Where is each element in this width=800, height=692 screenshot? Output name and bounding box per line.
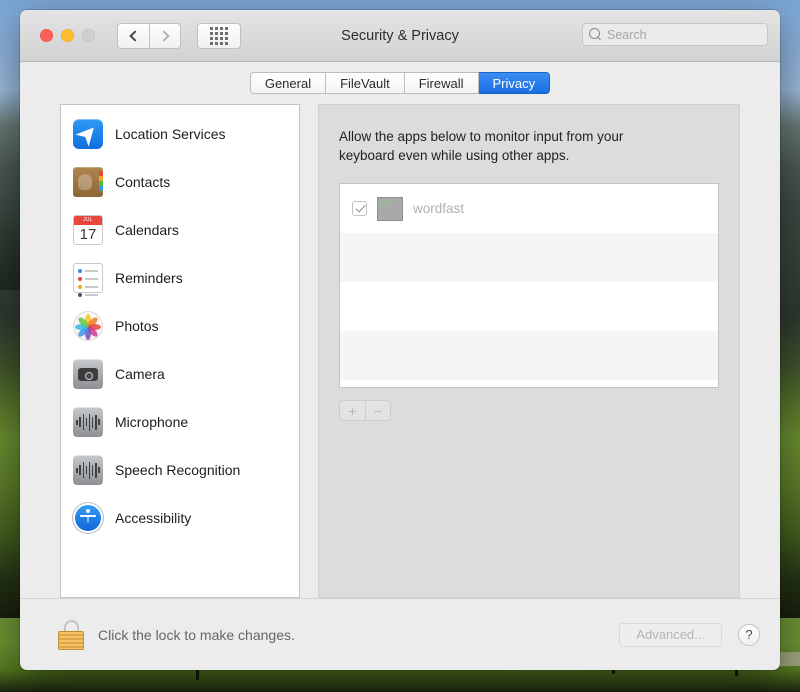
- close-button-icon[interactable]: [40, 29, 53, 42]
- search-input[interactable]: [607, 27, 761, 42]
- zoom-button-icon: [82, 29, 95, 42]
- privacy-category-list[interactable]: Location Services Contacts JUL 17 Calend…: [60, 104, 300, 598]
- sidebar-item-photos[interactable]: Photos: [61, 302, 299, 350]
- app-enabled-checkbox[interactable]: [352, 201, 367, 216]
- reminders-icon: [73, 263, 103, 297]
- traffic-lights: [40, 29, 95, 42]
- speech-recognition-icon: [73, 455, 103, 485]
- lock-closed-icon[interactable]: [58, 619, 84, 650]
- navigation-buttons: [117, 22, 181, 49]
- back-button[interactable]: [117, 22, 149, 49]
- add-remove-button-group: + −: [339, 400, 719, 421]
- chevron-left-icon: [129, 29, 141, 42]
- search-field[interactable]: [582, 23, 768, 46]
- window-titlebar[interactable]: Security & Privacy: [20, 10, 780, 62]
- chevron-right-icon: [157, 29, 170, 42]
- table-row-empty: [340, 380, 718, 387]
- sidebar-item-label: Photos: [115, 318, 159, 334]
- app-icon-label: exec: [380, 198, 395, 206]
- sidebar-item-calendars[interactable]: JUL 17 Calendars: [61, 206, 299, 254]
- sidebar-item-label: Accessibility: [115, 510, 192, 526]
- show-all-grid-icon: [210, 26, 228, 45]
- sidebar-item-label: Reminders: [115, 270, 183, 286]
- app-name: wordfast: [413, 201, 465, 216]
- sidebar-item-camera[interactable]: Camera: [61, 350, 299, 398]
- sidebar-item-contacts[interactable]: Contacts: [61, 158, 299, 206]
- add-app-button[interactable]: +: [339, 400, 365, 421]
- privacy-detail-panel: Allow the apps below to monitor input fr…: [318, 104, 740, 598]
- microphone-icon: [73, 407, 103, 437]
- table-row-empty: [340, 282, 718, 331]
- sidebar-item-label: Contacts: [115, 174, 171, 190]
- sidebar-item-accessibility[interactable]: Accessibility: [61, 494, 299, 542]
- tab-privacy[interactable]: Privacy: [478, 72, 551, 94]
- minimize-button-icon[interactable]: [61, 29, 74, 42]
- allowed-apps-list[interactable]: exec wordfast: [339, 183, 719, 388]
- show-all-button[interactable]: [197, 22, 241, 49]
- accessibility-icon: [73, 503, 103, 533]
- advanced-button[interactable]: Advanced...: [619, 622, 722, 647]
- sidebar-item-speech-recognition[interactable]: Speech Recognition: [61, 446, 299, 494]
- app-icon: exec: [377, 196, 403, 221]
- main-content: Location Services Contacts JUL 17 Calend…: [20, 104, 780, 598]
- tab-bar-region: General FileVault Firewall Privacy: [20, 62, 780, 104]
- sidebar-item-label: Speech Recognition: [115, 462, 241, 478]
- sidebar-item-location-services[interactable]: Location Services: [61, 110, 299, 158]
- window-footer: Click the lock to make changes. Advanced…: [20, 598, 780, 670]
- tab-general[interactable]: General: [249, 72, 327, 94]
- calendar-month: JUL: [74, 216, 102, 225]
- table-row[interactable]: exec wordfast: [340, 184, 718, 233]
- sidebar-item-label: Camera: [115, 366, 165, 382]
- remove-app-button[interactable]: −: [365, 400, 391, 421]
- help-button[interactable]: ?: [738, 623, 760, 646]
- photos-icon: [73, 311, 103, 341]
- calendar-day: 17: [79, 226, 97, 243]
- calendars-icon: JUL 17: [73, 215, 103, 245]
- contacts-icon: [73, 167, 103, 197]
- sidebar-item-label: Location Services: [115, 126, 226, 142]
- table-row-empty: [340, 233, 718, 282]
- camera-icon: [73, 359, 103, 389]
- tab-bar: General FileVault Firewall Privacy: [249, 72, 551, 94]
- security-privacy-window: Security & Privacy General FileVault Fir…: [20, 10, 780, 670]
- sidebar-item-label: Calendars: [115, 222, 179, 238]
- search-icon: [589, 28, 602, 41]
- panel-description: Allow the apps below to monitor input fr…: [339, 129, 624, 163]
- sidebar-item-label: Microphone: [115, 414, 189, 430]
- sidebar-item-microphone[interactable]: Microphone: [61, 398, 299, 446]
- forward-button: [149, 22, 181, 49]
- sidebar-item-reminders[interactable]: Reminders: [61, 254, 299, 302]
- table-row-empty: [340, 331, 718, 380]
- location-services-icon: [73, 119, 103, 149]
- tab-filevault[interactable]: FileVault: [326, 72, 405, 94]
- tab-firewall[interactable]: Firewall: [404, 72, 479, 94]
- lock-hint-text: Click the lock to make changes.: [98, 626, 295, 643]
